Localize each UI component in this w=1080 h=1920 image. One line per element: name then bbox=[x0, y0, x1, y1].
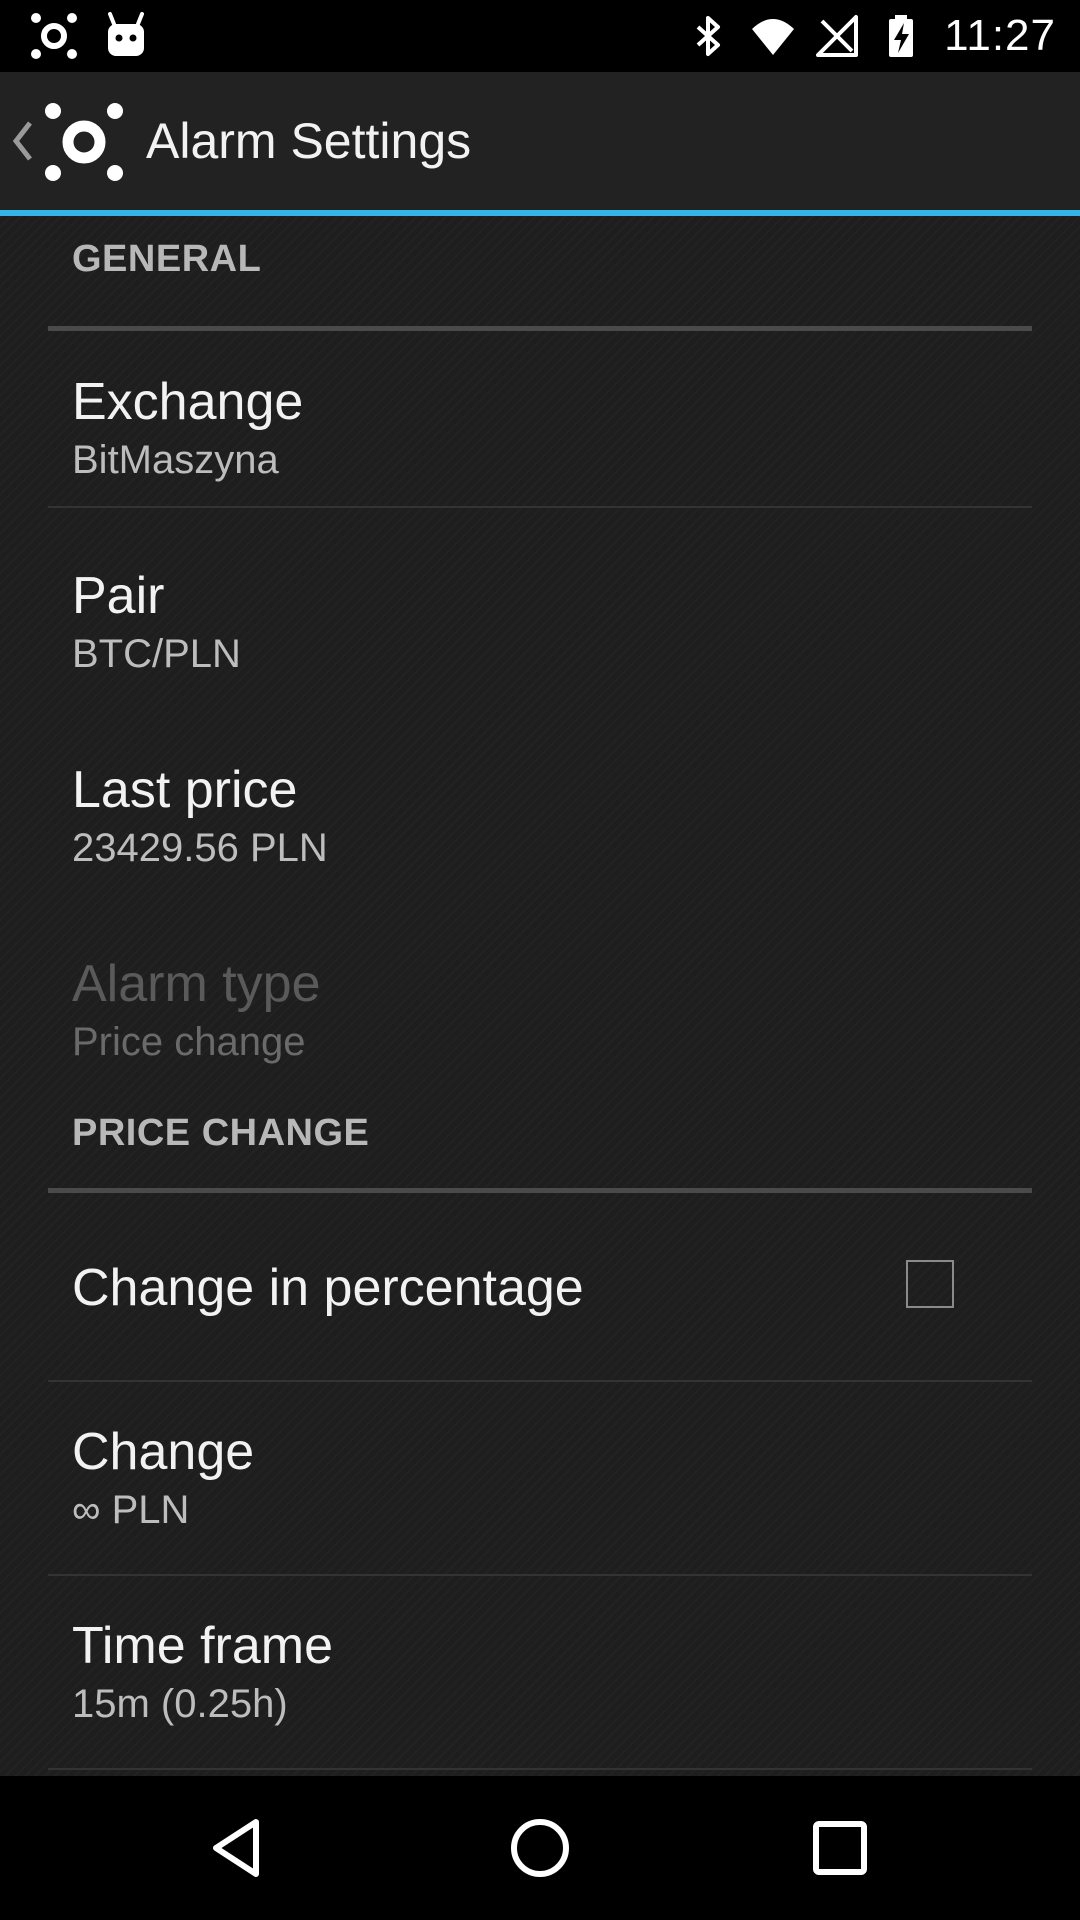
action-bar: Alarm Settings bbox=[0, 72, 1080, 216]
list-divider bbox=[48, 1768, 1032, 1770]
app-logo-icon bbox=[31, 13, 77, 59]
alarm-settings-screen: 11:27 Alarm Settings GENERAL Exchange Bi… bbox=[0, 0, 1080, 1920]
status-time: 11:27 bbox=[944, 11, 1056, 60]
back-icon[interactable] bbox=[200, 1808, 280, 1888]
preferences-list[interactable]: GENERAL Exchange BitMaszyna Pair BTC/PLN… bbox=[0, 216, 1080, 1776]
pref-title: Change bbox=[72, 1423, 255, 1481]
category-header: GENERAL bbox=[72, 238, 262, 280]
wifi-icon bbox=[752, 19, 795, 55]
app-logo-icon bbox=[45, 103, 123, 181]
bluetooth-icon bbox=[696, 16, 721, 56]
battery-charging-icon bbox=[889, 15, 914, 57]
up-navigation-button[interactable] bbox=[0, 72, 130, 210]
pref-title: Last price bbox=[72, 761, 298, 819]
pref-last-price[interactable]: Last price 23429.56 PLN bbox=[0, 702, 1080, 894]
pref-summary: BTC/PLN bbox=[72, 632, 241, 676]
recents-icon[interactable] bbox=[800, 1808, 880, 1888]
pref-title: Pair bbox=[72, 567, 165, 625]
home-icon[interactable] bbox=[500, 1808, 580, 1888]
signal-icon bbox=[816, 15, 859, 57]
chevron-left-icon bbox=[12, 121, 32, 161]
status-icons: 11:27 bbox=[668, 0, 1056, 72]
pref-summary: BitMaszyna bbox=[72, 438, 279, 482]
pref-exchange[interactable]: Exchange BitMaszyna bbox=[0, 330, 1080, 516]
pref-title: Exchange bbox=[72, 373, 304, 431]
pref-pair[interactable]: Pair BTC/PLN bbox=[0, 508, 1080, 700]
pref-title: Alarm type bbox=[72, 955, 321, 1013]
status-bar: 11:27 bbox=[0, 0, 1080, 72]
pref-summary: 23429.56 PLN bbox=[72, 826, 328, 870]
pref-change-in-percentage[interactable]: Change in percentage bbox=[0, 1196, 1080, 1380]
pref-change[interactable]: Change ∞ PLN bbox=[0, 1382, 1080, 1572]
category-header: PRICE CHANGE bbox=[72, 1112, 370, 1154]
android-icon bbox=[108, 12, 144, 56]
navigation-bar bbox=[0, 1776, 1080, 1920]
pref-title: Time frame bbox=[72, 1617, 333, 1675]
pref-time-frame[interactable]: Time frame 15m (0.25h) bbox=[0, 1576, 1080, 1766]
change-in-percentage-checkbox[interactable] bbox=[906, 1260, 954, 1308]
pref-title: Change in percentage bbox=[72, 1259, 584, 1317]
pref-summary: ∞ PLN bbox=[72, 1488, 190, 1532]
page-title: Alarm Settings bbox=[146, 113, 472, 169]
pref-summary: Price change bbox=[72, 1020, 306, 1064]
pref-alarm-type: Alarm type Price change bbox=[0, 896, 1080, 1088]
pref-summary: 15m (0.25h) bbox=[72, 1682, 288, 1726]
category-divider bbox=[48, 1188, 1032, 1193]
